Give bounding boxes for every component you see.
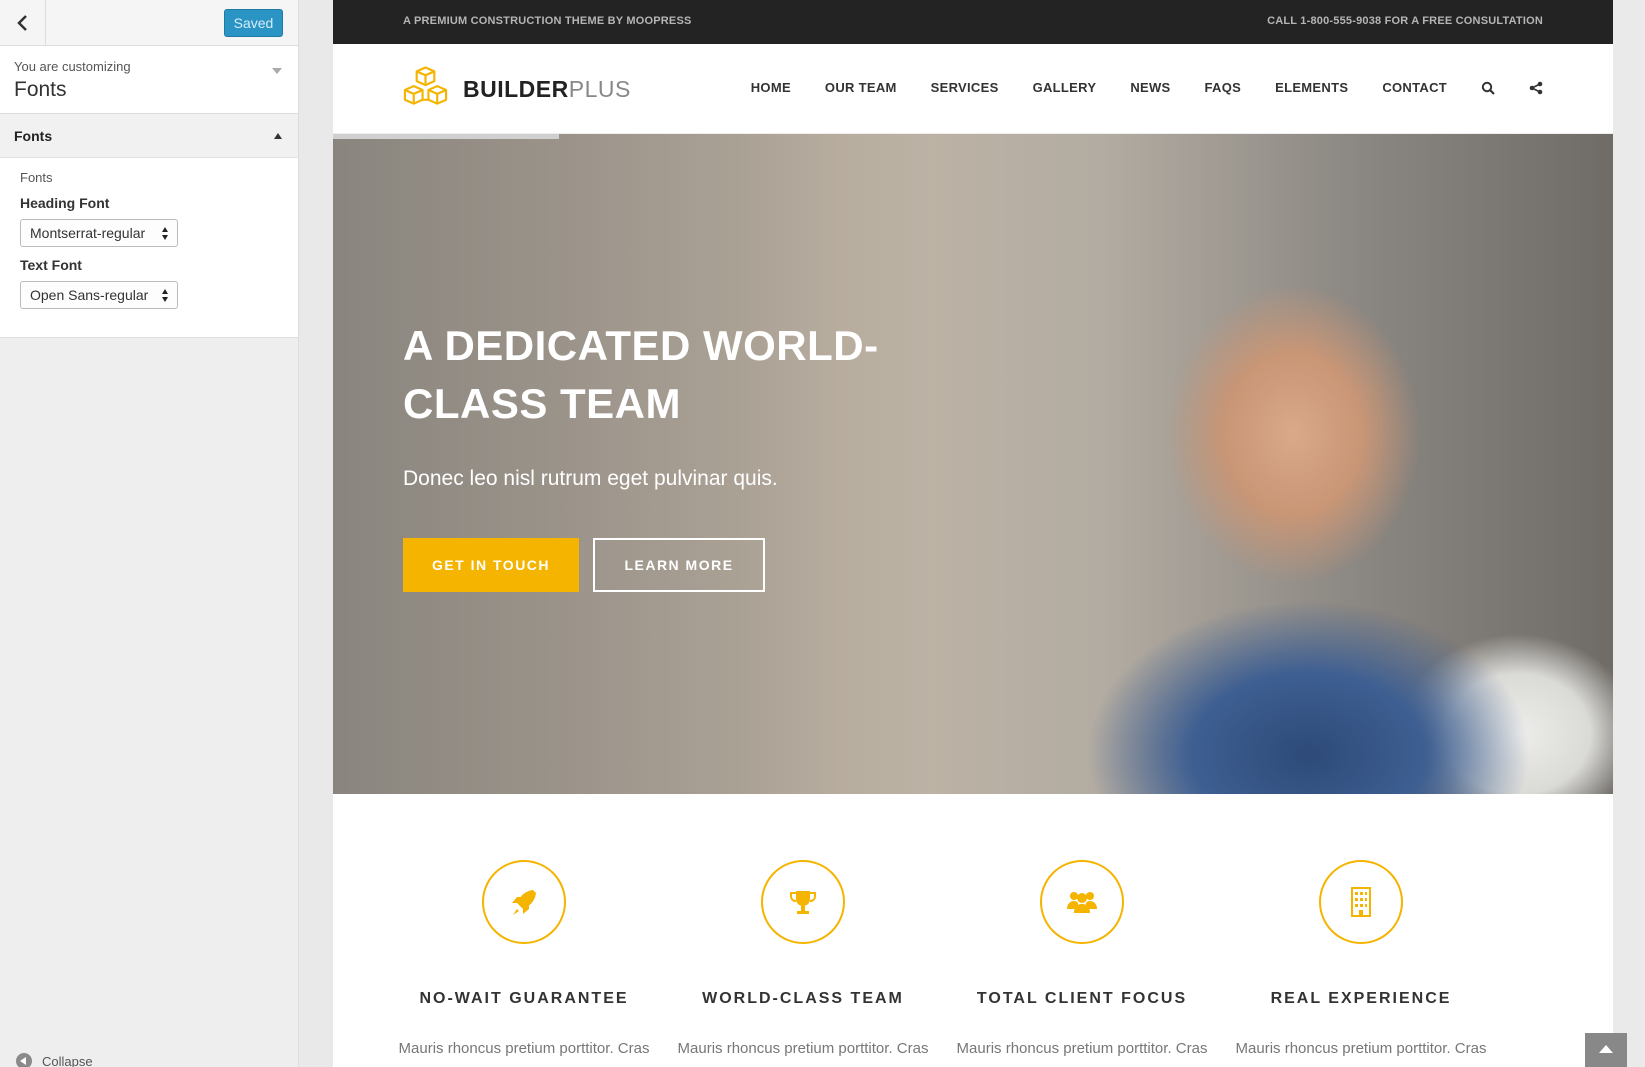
customizer-header: Saved: [0, 0, 298, 46]
feature-title: NO-WAIT GUARANTEE: [419, 990, 629, 1007]
customizing-title: Fonts: [14, 78, 67, 101]
main-nav: HOME OUR TEAM SERVICES GALLERY NEWS FAQS…: [751, 80, 1543, 95]
building-icon: [1351, 887, 1371, 917]
collapse-icon: [16, 1053, 32, 1067]
rocket-icon: [512, 890, 536, 915]
nav-faqs[interactable]: FAQS: [1205, 80, 1242, 95]
feature-item: NO-WAIT GUARANTEE Mauris rhoncus pretium…: [394, 860, 654, 1060]
feature-text: Mauris rhoncus pretium porttitor. Cras: [398, 1040, 650, 1057]
logo-text-bold: BUILDER: [463, 75, 569, 102]
nav-home[interactable]: HOME: [751, 80, 791, 95]
feature-title: REAL EXPERIENCE: [1270, 990, 1452, 1007]
nav-services[interactable]: SERVICES: [931, 80, 999, 95]
heading-font-value: Montserrat-regular: [30, 225, 146, 241]
text-font-label: Text Font: [20, 257, 82, 273]
customizer-sidebar: Saved You are customizing Fonts Fonts Fo…: [0, 0, 299, 1067]
share-icon[interactable]: [1529, 81, 1543, 95]
nav-elements[interactable]: ELEMENTS: [1275, 80, 1348, 95]
collapse-label: Collapse: [42, 1053, 93, 1067]
text-font-select[interactable]: Open Sans-regular: [20, 281, 178, 309]
feature-title: TOTAL CLIENT FOCUS: [976, 990, 1188, 1007]
logo-text-light: PLUS: [568, 75, 631, 102]
feature-icon-circle: [1319, 860, 1403, 944]
feature-icon-circle: [482, 860, 566, 944]
nav-our-team[interactable]: OUR TEAM: [825, 80, 897, 95]
nav-news[interactable]: NEWS: [1130, 80, 1170, 95]
caret-up-icon: [274, 133, 282, 139]
collapse-button[interactable]: Collapse: [16, 1053, 93, 1067]
select-arrows-icon: [162, 227, 170, 241]
preview-gutter: [1613, 0, 1645, 1067]
feature-text: Mauris rhoncus pretium porttitor. Cras: [1235, 1040, 1487, 1057]
back-button[interactable]: [0, 0, 46, 45]
feature-icon-circle: [1040, 860, 1124, 944]
customizer-info[interactable]: You are customizing Fonts: [0, 46, 298, 114]
chevron-left-icon: [16, 14, 27, 31]
group-icon: [1067, 892, 1097, 913]
learn-more-button[interactable]: LEARN MORE: [593, 538, 765, 592]
hero-slider: A DEDICATED WORLD-CLASS TEAM Donec leo n…: [333, 134, 1613, 794]
search-icon[interactable]: [1481, 81, 1495, 95]
hero-tagline: Donec leo nisl rutrum eget pulvinar quis…: [403, 467, 778, 490]
feature-item: TOTAL CLIENT FOCUS Mauris rhoncus pretiu…: [952, 860, 1212, 1060]
customizing-label: You are customizing: [14, 59, 131, 74]
heading-font-label: Heading Font: [20, 195, 110, 211]
feature-text: Mauris rhoncus pretium porttitor. Cras: [956, 1040, 1208, 1057]
feature-title: WORLD-CLASS TEAM: [702, 990, 904, 1007]
hero-headline: A DEDICATED WORLD-CLASS TEAM: [403, 322, 879, 427]
text-font-value: Open Sans-regular: [30, 287, 149, 303]
topbar-phone[interactable]: CALL 1-800-555-9038 FOR A FREE CONSULTAT…: [1267, 15, 1543, 27]
slider-progress-bar: [333, 134, 559, 139]
fonts-panel: Fonts Heading Font Montserrat-regular Te…: [0, 158, 298, 338]
feature-text: Mauris rhoncus pretium porttitor. Cras: [677, 1040, 929, 1057]
fonts-group-label: Fonts: [20, 170, 53, 185]
feature-item: REAL EXPERIENCE Mauris rhoncus pretium p…: [1231, 860, 1491, 1060]
boxes-logo-icon: [403, 66, 448, 105]
heading-font-select[interactable]: Montserrat-regular: [20, 219, 178, 247]
section-title: Fonts: [14, 128, 53, 144]
nav-contact[interactable]: CONTACT: [1382, 80, 1447, 95]
trophy-icon: [790, 891, 816, 914]
top-bar: A PREMIUM CONSTRUCTION THEME BY MOOPRESS…: [333, 0, 1613, 44]
logo-text: BUILDERPLUS: [463, 76, 631, 103]
select-arrows-icon: [162, 289, 170, 303]
topbar-tagline: A PREMIUM CONSTRUCTION THEME BY MOOPRESS: [403, 15, 692, 27]
site-header: BUILDERPLUS HOME OUR TEAM SERVICES GALLE…: [333, 44, 1613, 134]
caret-down-icon[interactable]: [272, 68, 282, 74]
feature-item: WORLD-CLASS TEAM Mauris rhoncus pretium …: [673, 860, 933, 1060]
section-header-fonts[interactable]: Fonts: [0, 114, 298, 158]
scroll-to-top-button[interactable]: [1585, 1033, 1627, 1067]
nav-gallery[interactable]: GALLERY: [1033, 80, 1097, 95]
hero-overlay: [333, 134, 933, 794]
get-in-touch-button[interactable]: GET IN TOUCH: [403, 538, 579, 592]
features-section: NO-WAIT GUARANTEE Mauris rhoncus pretium…: [333, 794, 1613, 1067]
site-logo[interactable]: BUILDERPLUS: [402, 64, 631, 114]
feature-icon-circle: [761, 860, 845, 944]
saved-button[interactable]: Saved: [224, 9, 283, 37]
site-preview: A PREMIUM CONSTRUCTION THEME BY MOOPRESS…: [333, 0, 1613, 1067]
